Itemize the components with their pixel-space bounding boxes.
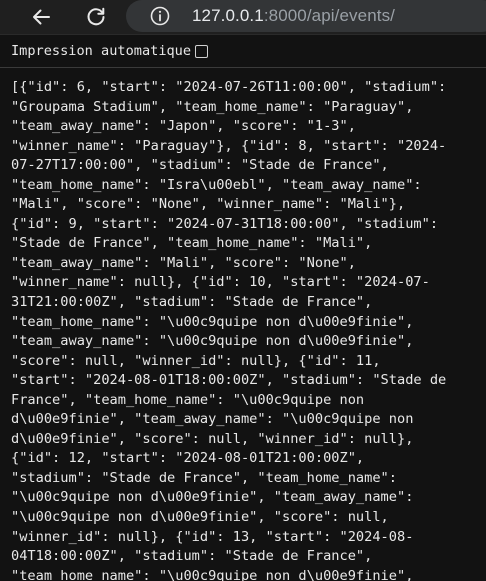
json-line: 07-27T17:00:00", "stadium": "Stade de Fr… (11, 157, 389, 174)
json-line: "Groupama Stadium", "team_home_name": "P… (11, 98, 414, 115)
json-line: "team_home_name": "\u00c9quipe non d\u00… (11, 567, 414, 581)
json-line: 04T18:00:00Z", "stadium": "Stade de Fran… (11, 548, 373, 565)
json-line: {"id": 12, "start": "2024-08-01T21:00:00… (11, 450, 365, 467)
url-host: 127.0.0.1 (192, 6, 264, 25)
json-line: France", "team_home_name": "\u00c9quipe … (11, 391, 365, 408)
site-info-button[interactable] (149, 5, 171, 27)
json-line: d\u00e9finie", "team_away_name": "\u00c9… (11, 411, 414, 428)
json-line: "team_away_name": "Japon", "score": "1-3… (11, 118, 356, 135)
json-line: "Mali", "score": "None", "winner_name": … (11, 196, 406, 213)
json-line: [{"id": 6, "start": "2024-07-26T11:00:00… (11, 79, 447, 95)
divider (0, 67, 486, 68)
pretty-print-toggle[interactable]: Impression automatique (11, 42, 209, 60)
json-line: "score": null, "winner_id": null}, {"id"… (11, 352, 381, 369)
json-line: {"id": 9, "start": "2024-07-31T18:00:00"… (11, 215, 439, 232)
json-line: "start": "2024-08-01T18:00:00Z", "stadiu… (11, 372, 447, 389)
reload-icon (87, 7, 105, 26)
pretty-print-checkbox[interactable] (195, 44, 209, 58)
json-line: "\u00c9quipe non d\u00e9finie", "team_aw… (11, 489, 414, 506)
json-line: "winner_name": "Paraguay"}, {"id": 8, "s… (11, 137, 447, 154)
json-line: "\u00c9quipe non d\u00e9finie", "score":… (11, 509, 389, 526)
json-line: "team_away_name": "\u00c9quipe non d\u00… (11, 333, 414, 350)
reload-button[interactable] (82, 3, 110, 31)
info-icon (150, 6, 170, 26)
json-line: "stadium": "Stade de France", "team_home… (11, 469, 397, 486)
json-line: 31T21:00:00Z", "stadium": "Stade de Fran… (11, 294, 373, 311)
back-button[interactable] (27, 3, 55, 31)
pretty-print-label: Impression automatique (11, 43, 192, 59)
json-line: "team_away_name": "Mali", "score": "None… (11, 254, 356, 271)
json-line: "team_home_name": "\u00c9quipe non d\u00… (11, 313, 414, 330)
url-text[interactable]: 127.0.0.1:8000/api/events/ (192, 5, 395, 27)
url-path: :8000/api/events/ (263, 6, 395, 25)
json-line: "winner_id": null}, {"id": 13, "start": … (11, 528, 414, 545)
json-line: "winner_name": null}, {"id": 10, "start"… (11, 274, 430, 291)
arrow-left-icon (33, 9, 50, 25)
json-body: [{"id": 6, "start": "2024-07-26T11:00:00… (11, 78, 486, 581)
json-line: "Stade de France", "team_home_name": "Ma… (11, 235, 373, 252)
json-line: d\u00e9finie", "score": null, "winner_id… (11, 430, 414, 447)
browser-toolbar: 127.0.0.1:8000/api/events/ (0, 0, 486, 35)
json-line: "team_home_name": "Isra\u00ebl", "team_a… (11, 176, 422, 193)
